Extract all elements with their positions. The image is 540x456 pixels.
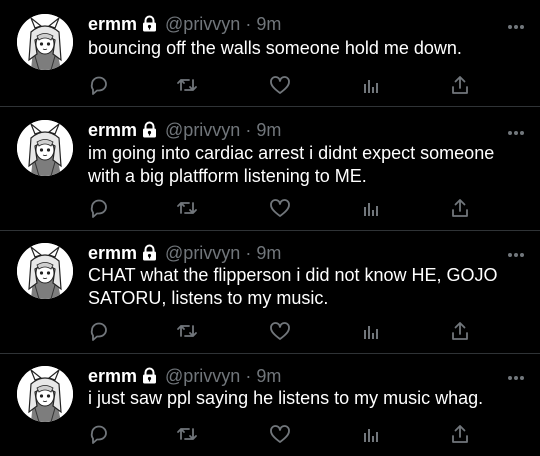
display-name[interactable]: ermm [88, 120, 137, 141]
analytics-icon[interactable] [360, 423, 382, 445]
analytics-icon[interactable] [360, 197, 382, 219]
like-icon[interactable] [269, 423, 291, 445]
avatar[interactable] [17, 120, 73, 176]
tweet[interactable]: ermm @privvyn · 9m i just saw ppl saying… [0, 354, 540, 456]
tweet-text: i just saw ppl saying he listens to my m… [88, 388, 484, 408]
reply-icon[interactable] [88, 320, 110, 342]
handle[interactable]: @privvyn [165, 120, 240, 141]
avatar[interactable] [17, 243, 73, 299]
separator: · [245, 13, 252, 34]
like-icon[interactable] [269, 74, 291, 96]
timestamp[interactable]: 9m [256, 366, 281, 387]
more-icon[interactable] [506, 370, 526, 380]
share-icon[interactable] [449, 197, 471, 219]
retweet-icon[interactable] [176, 423, 198, 445]
more-icon[interactable] [506, 247, 526, 257]
display-name[interactable]: ermm [88, 366, 137, 387]
tweet-text: im going into cardiac arrest i didnt exp… [88, 143, 495, 186]
share-icon[interactable] [449, 423, 471, 445]
tweet[interactable]: ermm @privvyn · 9m im going into cardiac… [0, 107, 540, 230]
handle[interactable]: @privvyn [165, 366, 240, 387]
action-bar [88, 423, 490, 445]
more-icon[interactable] [506, 19, 526, 29]
tweet-header: ermm @privvyn · 9m [88, 241, 500, 265]
separator: · [245, 119, 252, 140]
lock-icon [142, 367, 157, 384]
tweet[interactable]: ermm @privvyn · 9m CHAT what the flipper… [0, 231, 540, 353]
timeline: ermm @privvyn · 9m bouncing off the wall… [0, 0, 540, 456]
lock-icon [142, 15, 157, 32]
tweet[interactable]: ermm @privvyn · 9m bouncing off the wall… [0, 0, 540, 106]
like-icon[interactable] [269, 320, 291, 342]
action-bar [88, 197, 490, 219]
display-name[interactable]: ermm [88, 14, 137, 35]
like-icon[interactable] [269, 197, 291, 219]
separator: · [245, 242, 252, 263]
action-bar [88, 320, 490, 342]
display-name[interactable]: ermm [88, 243, 137, 264]
avatar[interactable] [17, 366, 73, 422]
tweet-header: ermm @privvyn · 9m [88, 118, 500, 142]
timestamp[interactable]: 9m [256, 120, 281, 141]
retweet-icon[interactable] [176, 74, 198, 96]
analytics-icon[interactable] [360, 320, 382, 342]
handle[interactable]: @privvyn [165, 243, 240, 264]
timestamp[interactable]: 9m [256, 14, 281, 35]
separator: · [245, 365, 252, 386]
reply-icon[interactable] [88, 74, 110, 96]
share-icon[interactable] [449, 74, 471, 96]
reply-icon[interactable] [88, 423, 110, 445]
tweet-header: ermm @privvyn · 9m [88, 364, 500, 388]
lock-icon [142, 244, 157, 261]
timestamp[interactable]: 9m [256, 243, 281, 264]
analytics-icon[interactable] [360, 74, 382, 96]
retweet-icon[interactable] [176, 197, 198, 219]
share-icon[interactable] [449, 320, 471, 342]
avatar[interactable] [17, 14, 73, 70]
handle[interactable]: @privvyn [165, 14, 240, 35]
lock-icon [142, 121, 157, 138]
more-icon[interactable] [506, 125, 526, 135]
retweet-icon[interactable] [176, 320, 198, 342]
action-bar [88, 74, 490, 96]
tweet-text: bouncing off the walls someone hold me d… [88, 38, 462, 58]
tweet-text: CHAT what the flipperson i did not know … [88, 265, 498, 308]
reply-icon[interactable] [88, 197, 110, 219]
tweet-header: ermm @privvyn · 9m [88, 12, 500, 36]
